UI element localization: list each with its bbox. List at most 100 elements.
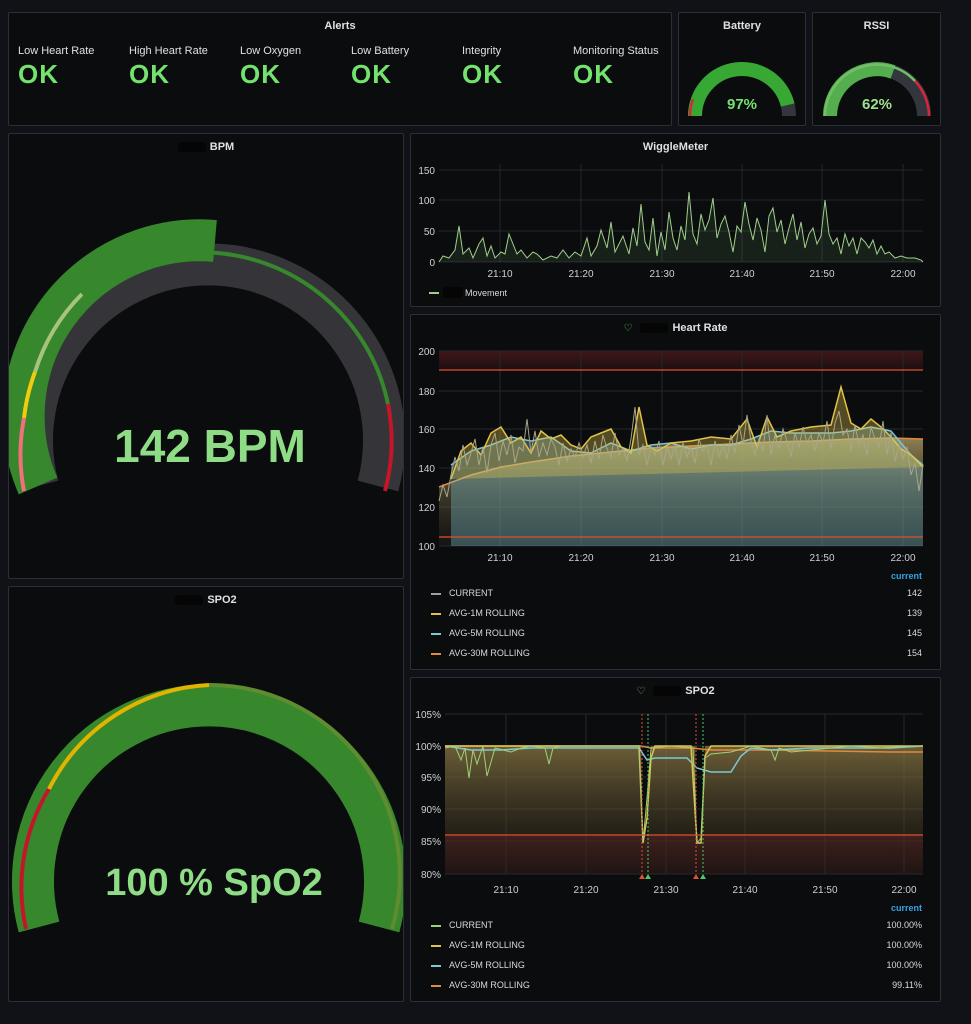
legend-swatch bbox=[431, 964, 441, 967]
bpm-gauge: 142 BPM bbox=[9, 219, 403, 495]
legend-name: CURRENT bbox=[449, 588, 493, 598]
alert-low-oxygen[interactable]: Low Oxygen OK bbox=[240, 45, 350, 90]
legend-item-current[interactable]: CURRENT 142 bbox=[431, 588, 922, 602]
legend-value: 100.00% bbox=[886, 920, 922, 930]
y-tick: 150 bbox=[418, 166, 435, 177]
legend-item-avg-30m[interactable]: AVG-30M ROLLING 154 bbox=[431, 648, 922, 662]
alert-high-heart-rate[interactable]: High Heart Rate OK bbox=[129, 45, 239, 90]
redacted-mark bbox=[443, 287, 463, 298]
annotation-marker[interactable] bbox=[639, 874, 645, 879]
alert-integrity[interactable]: Integrity OK bbox=[462, 45, 572, 90]
y-tick: 120 bbox=[418, 503, 435, 514]
legend-item-avg-1m[interactable]: AVG-1M ROLLING 139 bbox=[431, 608, 922, 622]
legend-name: AVG-1M ROLLING bbox=[449, 608, 525, 618]
legend-name: AVG-30M ROLLING bbox=[449, 648, 530, 658]
alert-status: OK bbox=[462, 59, 503, 89]
rssi-value: 62% bbox=[862, 96, 892, 113]
alert-label: Monitoring Status bbox=[573, 45, 659, 57]
wiggle-chart: 150 100 50 0 21:10 21:20 21:30 21:40 21:… bbox=[418, 164, 924, 298]
spo2-gauge-value: 100 % SpO2 bbox=[105, 862, 323, 904]
legend-name: AVG-5M ROLLING bbox=[449, 960, 525, 970]
alert-label: Integrity bbox=[462, 45, 502, 57]
y-tick: 85% bbox=[421, 837, 441, 848]
x-tick: 21:40 bbox=[729, 269, 754, 280]
y-tick: 100 bbox=[418, 196, 435, 207]
x-tick: 21:50 bbox=[809, 553, 834, 564]
y-tick: 80% bbox=[421, 870, 441, 881]
battery-gauge: 97% bbox=[688, 61, 796, 117]
legend-swatch bbox=[431, 632, 441, 635]
legend-value: 100.00% bbox=[886, 960, 922, 970]
x-tick: 21:20 bbox=[568, 269, 593, 280]
y-tick: 160 bbox=[418, 425, 435, 436]
y-tick: 180 bbox=[418, 387, 435, 398]
x-tick: 21:20 bbox=[573, 885, 598, 896]
spo2-gauge-panel: SPO2 100 % SpO2 bbox=[8, 586, 404, 1002]
legend-item-avg-5m[interactable]: AVG-5M ROLLING 145 bbox=[431, 628, 922, 642]
alert-status: OK bbox=[573, 59, 614, 89]
annotation-marker[interactable] bbox=[700, 874, 706, 879]
legend-name: AVG-30M ROLLING bbox=[449, 980, 530, 990]
legend-swatch bbox=[431, 592, 441, 595]
legend-swatch bbox=[431, 652, 441, 655]
battery-panel: Battery 97% bbox=[678, 12, 806, 126]
bpm-value: 142 BPM bbox=[114, 420, 306, 472]
rssi-gauge: 62% bbox=[823, 62, 931, 117]
y-tick: 200 bbox=[418, 347, 435, 358]
annotation-marker[interactable] bbox=[693, 874, 699, 879]
x-tick: 21:10 bbox=[487, 553, 512, 564]
legend-value: 145 bbox=[906, 628, 922, 638]
legend-header[interactable]: current bbox=[891, 571, 922, 581]
alert-status: OK bbox=[240, 59, 281, 89]
y-tick: 140 bbox=[418, 464, 435, 475]
alert-label: High Heart Rate bbox=[129, 45, 208, 57]
legend-item-current[interactable]: CURRENT 100.00% bbox=[431, 920, 922, 934]
alerts-panel: Alerts Low Heart Rate OK High Heart Rate… bbox=[8, 12, 672, 126]
heart-rate-panel: ♡ Heart Rate 200 180 160 140 120 100 21:… bbox=[410, 314, 941, 670]
x-tick: 21:40 bbox=[729, 553, 754, 564]
alert-status: OK bbox=[129, 59, 170, 89]
legend-swatch bbox=[431, 612, 441, 615]
rssi-panel: RSSI 62% bbox=[812, 12, 941, 126]
alert-label: Low Heart Rate bbox=[18, 45, 95, 57]
alert-status: OK bbox=[18, 59, 59, 89]
legend-name: AVG-1M ROLLING bbox=[449, 940, 525, 950]
x-tick: 21:30 bbox=[649, 553, 674, 564]
legend-value: 139 bbox=[906, 608, 922, 618]
spo2-chart-panel: ♡ SPO2 105% 100% 95% 90% 85% 80% 21:10 2… bbox=[410, 677, 941, 1002]
y-tick: 105% bbox=[415, 710, 441, 721]
x-tick: 21:10 bbox=[493, 885, 518, 896]
alert-label: Low Battery bbox=[351, 45, 410, 57]
x-tick: 22:00 bbox=[890, 553, 915, 564]
alert-low-heart-rate[interactable]: Low Heart Rate OK bbox=[18, 45, 128, 90]
x-tick: 21:20 bbox=[568, 553, 593, 564]
legend-value: 99.11% bbox=[892, 980, 922, 990]
legend-item-avg-5m[interactable]: AVG-5M ROLLING 100.00% bbox=[431, 960, 922, 974]
x-tick: 21:30 bbox=[649, 269, 674, 280]
legend-swatch bbox=[431, 924, 441, 927]
legend-name: AVG-5M ROLLING bbox=[449, 628, 525, 638]
legend-swatch bbox=[431, 944, 441, 947]
alert-monitoring-status[interactable]: Monitoring Status OK bbox=[573, 45, 683, 90]
legend-value: 100.00% bbox=[886, 940, 922, 950]
alert-low-battery[interactable]: Low Battery OK bbox=[351, 45, 461, 90]
legend-item-avg-1m[interactable]: AVG-1M ROLLING 100.00% bbox=[431, 940, 922, 954]
alert-label: Low Oxygen bbox=[240, 45, 302, 57]
annotation-marker[interactable] bbox=[645, 874, 651, 879]
x-tick: 21:50 bbox=[812, 885, 837, 896]
legend-header[interactable]: current bbox=[891, 903, 922, 913]
y-tick: 0 bbox=[429, 258, 435, 269]
legend-item-avg-30m[interactable]: AVG-30M ROLLING 99.11% bbox=[431, 980, 922, 994]
x-tick: 22:00 bbox=[890, 269, 915, 280]
alert-status: OK bbox=[351, 59, 392, 89]
y-tick: 95% bbox=[421, 773, 441, 784]
battery-value: 97% bbox=[727, 96, 757, 113]
wigglemeter-panel: WiggleMeter 150 100 50 0 21:10 21:20 21:… bbox=[410, 133, 941, 307]
wiggle-legend-label[interactable]: Movement bbox=[465, 288, 508, 298]
legend-swatch bbox=[431, 984, 441, 987]
y-tick: 100% bbox=[415, 742, 441, 753]
x-tick: 21:50 bbox=[809, 269, 834, 280]
alerts-title: Alerts bbox=[324, 20, 356, 32]
movement-series bbox=[438, 191, 924, 263]
x-tick: 21:40 bbox=[732, 885, 757, 896]
